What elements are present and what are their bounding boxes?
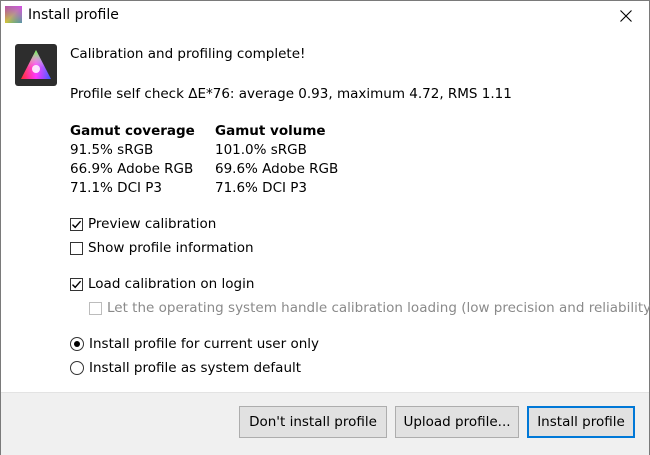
checkmark-icon (72, 220, 82, 228)
gamut-volume-value: 101.0% sRGB (215, 142, 307, 158)
gamut-coverage-value: 91.5% sRGB (70, 142, 154, 158)
install-profile-button[interactable]: Install profile (527, 406, 635, 438)
radio-button[interactable] (70, 361, 84, 375)
show-profile-info-checkbox[interactable]: Show profile information (70, 239, 254, 257)
install-current-user-radio[interactable]: Install profile for current user only (70, 335, 319, 353)
install-profile-dialog: Install profile Calibration and profilin… (0, 0, 650, 455)
displaycal-icon (5, 6, 22, 23)
load-on-login-checkbox[interactable]: Load calibration on login (70, 275, 254, 293)
radio-selected-dot (74, 341, 80, 347)
gamut-volume-value: 69.6% Adobe RGB (215, 161, 339, 177)
dont-install-button[interactable]: Don't install profile (239, 406, 387, 438)
gamut-coverage-value: 66.9% Adobe RGB (70, 161, 194, 177)
show-profile-info-label: Show profile information (88, 240, 254, 256)
gamut-coverage-value: 71.1% DCI P3 (70, 180, 163, 196)
checkbox-box[interactable] (70, 217, 83, 231)
gamut-triangle-icon (15, 44, 57, 86)
checkbox-box[interactable] (89, 301, 102, 315)
title-bar: Install profile (1, 1, 649, 31)
install-current-user-label: Install profile for current user only (89, 336, 320, 352)
checkmark-icon (72, 280, 82, 288)
os-handle-calibration-checkbox[interactable]: Let the operating system handle calibrat… (89, 299, 650, 317)
checkbox-box[interactable] (70, 241, 83, 255)
close-icon (620, 10, 632, 22)
checkbox-box[interactable] (70, 277, 83, 291)
preview-calibration-label: Preview calibration (88, 216, 217, 232)
install-system-default-label: Install profile as system default (89, 360, 302, 376)
gamut-volume-title: Gamut volume (215, 123, 326, 139)
completion-heading: Calibration and profiling complete! (70, 46, 306, 62)
load-on-login-label: Load calibration on login (88, 276, 255, 292)
radio-button[interactable] (70, 337, 84, 351)
self-check-summary: Profile self check ΔE*76: average 0.93, … (70, 86, 512, 102)
gamut-coverage-title: Gamut coverage (70, 123, 195, 139)
close-button[interactable] (603, 1, 649, 31)
gamut-volume-group: Gamut volume 101.0% sRGB 69.6% Adobe RGB… (215, 122, 338, 198)
gamut-coverage-group: Gamut coverage 91.5% sRGB 66.9% Adobe RG… (70, 122, 195, 198)
os-handle-calibration-label: Let the operating system handle calibrat… (107, 300, 650, 316)
gamut-volume-value: 71.6% DCI P3 (215, 180, 308, 196)
window-title: Install profile (28, 7, 119, 23)
upload-profile-button[interactable]: Upload profile... (395, 406, 519, 438)
preview-calibration-checkbox[interactable]: Preview calibration (70, 215, 216, 233)
install-system-default-radio[interactable]: Install profile as system default (70, 359, 301, 377)
